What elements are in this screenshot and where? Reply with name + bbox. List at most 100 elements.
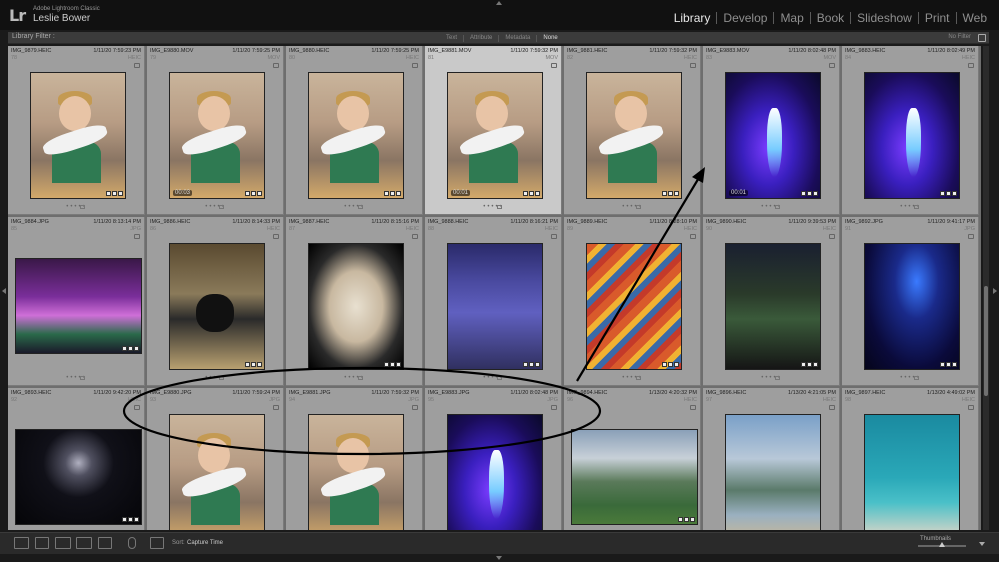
edit-badge-icon[interactable] xyxy=(535,191,540,196)
module-web[interactable]: Web xyxy=(957,11,993,25)
edit-badge-icon[interactable] xyxy=(396,191,401,196)
grid-cell[interactable]: IMG_9890.HEIC 1/11/20 9:39:53 PM 90 HEIC •••… xyxy=(703,217,840,386)
grid-cell[interactable]: IMG_9886.HEIC 1/11/20 8:14:33 PM 86 HEIC •••… xyxy=(147,217,284,386)
metadata-badge-icon[interactable] xyxy=(551,63,557,68)
thumbnail-image[interactable]: 00:01 xyxy=(447,72,543,199)
grid-cell[interactable]: IMG_9879.HEIC 1/11/20 7:59:23 PM 78 HEIC •••… xyxy=(8,46,145,215)
color-label-icon[interactable] xyxy=(80,205,85,209)
metadata-badge-icon[interactable] xyxy=(968,63,974,68)
metadata-badge-icon[interactable] xyxy=(529,362,534,367)
rating-stars[interactable]: ••••• xyxy=(8,375,145,381)
module-library[interactable]: Library xyxy=(668,11,717,25)
color-label-icon[interactable] xyxy=(636,376,641,380)
module-slideshow[interactable]: Slideshow xyxy=(851,11,918,25)
filter-preset-select[interactable]: No Filter xyxy=(948,34,971,40)
keyword-badge-icon[interactable] xyxy=(245,362,250,367)
rating-stars[interactable]: ••••• xyxy=(286,204,423,210)
keyword-badge-icon[interactable] xyxy=(678,517,683,522)
edit-badge-icon[interactable] xyxy=(952,362,957,367)
thumbnail-image[interactable] xyxy=(308,72,404,199)
metadata-badge-icon[interactable] xyxy=(946,191,951,196)
metadata-badge-icon[interactable] xyxy=(829,405,835,410)
metadata-badge-icon[interactable] xyxy=(412,405,418,410)
grid-cell[interactable]: IMG_9892.JPG 1/11/20 9:41:17 PM 91 JPG ••••• xyxy=(842,217,979,386)
color-label-icon[interactable] xyxy=(497,376,502,380)
color-label-icon[interactable] xyxy=(775,376,780,380)
grid-cell[interactable]: IMG_9880.HEIC 1/11/20 7:59:25 PM 80 HEIC •••… xyxy=(286,46,423,215)
thumbnail-image[interactable] xyxy=(447,414,543,530)
metadata-badge-icon[interactable] xyxy=(412,63,418,68)
metadata-badge-icon[interactable] xyxy=(690,234,696,239)
color-label-icon[interactable] xyxy=(219,205,224,209)
metadata-badge-icon[interactable] xyxy=(134,405,140,410)
grid-cell[interactable]: IMG_9883.HEIC 1/11/20 8:02:49 PM 84 HEIC •••… xyxy=(842,46,979,215)
edit-badge-icon[interactable] xyxy=(952,191,957,196)
metadata-badge-icon[interactable] xyxy=(273,234,279,239)
keyword-badge-icon[interactable] xyxy=(523,191,528,196)
identity-plate-user[interactable]: Leslie Bower xyxy=(33,13,90,24)
thumbnail-image[interactable] xyxy=(30,72,126,199)
module-map[interactable]: Map xyxy=(774,11,809,25)
edit-badge-icon[interactable] xyxy=(134,346,139,351)
metadata-badge-icon[interactable] xyxy=(668,191,673,196)
color-label-icon[interactable] xyxy=(80,376,85,380)
metadata-badge-icon[interactable] xyxy=(251,191,256,196)
metadata-badge-icon[interactable] xyxy=(134,234,140,239)
metadata-badge-icon[interactable] xyxy=(807,362,812,367)
thumbnail-image[interactable] xyxy=(864,72,960,199)
metadata-badge-icon[interactable] xyxy=(829,234,835,239)
thumbnail-image[interactable] xyxy=(308,414,404,530)
color-label-icon[interactable] xyxy=(497,205,502,209)
survey-view-icon[interactable] xyxy=(76,537,92,549)
thumbnail-image[interactable] xyxy=(15,429,142,525)
compare-view-icon[interactable] xyxy=(55,537,71,549)
color-label-icon[interactable] xyxy=(775,205,780,209)
keyword-badge-icon[interactable] xyxy=(384,362,389,367)
thumbnail-image[interactable] xyxy=(169,414,265,530)
keyword-badge-icon[interactable] xyxy=(801,191,806,196)
edit-badge-icon[interactable] xyxy=(535,362,540,367)
grid-cell[interactable]: IMG_9894.HEIC1/13/20 4:20:32 PM96HEIC•••… xyxy=(564,388,701,530)
people-view-icon[interactable] xyxy=(98,537,112,549)
color-label-icon[interactable] xyxy=(636,205,641,209)
module-develop[interactable]: Develop xyxy=(717,11,773,25)
metadata-badge-icon[interactable] xyxy=(968,405,974,410)
thumbnail-image[interactable] xyxy=(725,243,821,370)
thumbnail-image[interactable] xyxy=(725,414,821,530)
metadata-badge-icon[interactable] xyxy=(412,234,418,239)
metadata-badge-icon[interactable] xyxy=(807,191,812,196)
rating-stars[interactable]: ••••• xyxy=(842,375,979,381)
edit-badge-icon[interactable] xyxy=(690,517,695,522)
grid-cell[interactable]: IMG_E9880.JPG1/11/20 7:59:24 PM93JPG••••… xyxy=(147,388,284,530)
metadata-badge-icon[interactable] xyxy=(251,362,256,367)
grid-cell[interactable]: IMG_9897.HEIC1/13/20 4:49:02 PM98HEIC•••… xyxy=(842,388,979,530)
edit-badge-icon[interactable] xyxy=(134,517,139,522)
thumbnail-image[interactable] xyxy=(586,243,682,370)
thumbnail-image[interactable] xyxy=(308,243,404,370)
rating-stars[interactable]: ••••• xyxy=(703,204,840,210)
grid-cell[interactable]: IMG_E9881.MOV 1/11/20 7:59:32 PM 81 MOV 00:0… xyxy=(425,46,562,215)
metadata-badge-icon[interactable] xyxy=(128,346,133,351)
filter-tab-attribute[interactable]: Attribute xyxy=(464,35,498,41)
scrollbar-thumb[interactable] xyxy=(984,286,988,396)
grid-view-icon[interactable] xyxy=(14,537,29,549)
top-panel-toggle-icon[interactable] xyxy=(496,1,502,5)
keyword-badge-icon[interactable] xyxy=(940,191,945,196)
grid-scrollbar[interactable] xyxy=(983,46,989,530)
edit-badge-icon[interactable] xyxy=(813,362,818,367)
keyword-badge-icon[interactable] xyxy=(106,191,111,196)
rating-stars[interactable]: ••••• xyxy=(286,375,423,381)
keyword-badge-icon[interactable] xyxy=(122,517,127,522)
grid-cell[interactable]: IMG_E9883.JPG1/11/20 8:02:48 PM95JPG••••… xyxy=(425,388,562,530)
metadata-badge-icon[interactable] xyxy=(829,63,835,68)
rating-stars[interactable]: ••••• xyxy=(8,204,145,210)
toolbar-menu-chevron-icon[interactable] xyxy=(979,542,985,546)
keyword-badge-icon[interactable] xyxy=(940,362,945,367)
rating-stars[interactable]: ••••• xyxy=(564,375,701,381)
edit-badge-icon[interactable] xyxy=(257,362,262,367)
rating-stars[interactable]: ••••• xyxy=(564,204,701,210)
grid-cell[interactable]: IMG_9893.HEIC1/11/20 9:42:20 PM92HEIC•••… xyxy=(8,388,145,530)
rating-stars[interactable]: ••••• xyxy=(147,204,284,210)
color-label-icon[interactable] xyxy=(358,376,363,380)
metadata-badge-icon[interactable] xyxy=(684,517,689,522)
